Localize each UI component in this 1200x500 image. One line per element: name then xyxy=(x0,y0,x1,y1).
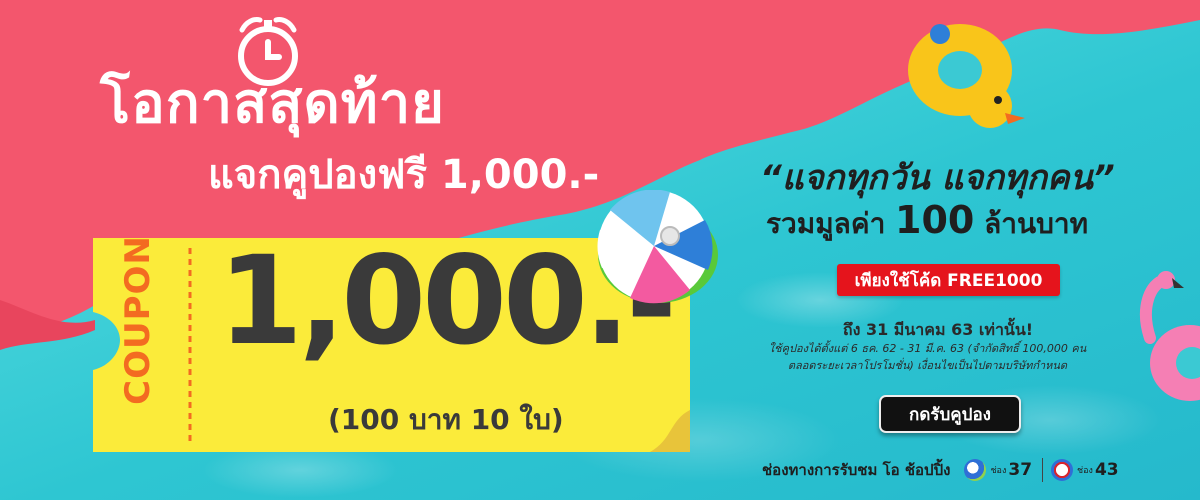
z-channel-logo-icon xyxy=(964,459,987,481)
coupon-detail: (100 บาท 10 ใบ) xyxy=(328,403,564,436)
promo-code-badge: เพียงใช้โค้ด FREE1000 xyxy=(837,264,1060,296)
promo-banner[interactable]: COUPON 1,000.- (100 บาท 10 ใบ) โอกาสสุดท… xyxy=(0,0,1200,500)
duck-swim-ring-icon xyxy=(908,24,1025,128)
channels-label: ช่องทางการรับชม โอ ช้อปปิ้ง xyxy=(762,461,951,479)
terms-line-1: ใช้คูปองได้ตั้งแต่ 6 ธค. 62 - 31 มี.ค. 6… xyxy=(768,342,1087,355)
headline-last-chance: โอกาสสุดท้าย xyxy=(100,71,445,136)
channel-prefix: ช่อง xyxy=(990,466,1007,476)
beach-ball-icon xyxy=(597,190,718,304)
channel-number: 43 xyxy=(1094,460,1119,480)
coupon-vertical-label: COUPON xyxy=(118,235,158,405)
promo-terms: ใช้คูปองได้ตั้งแต่ 6 ธค. 62 - 31 มี.ค. 6… xyxy=(755,340,1100,374)
flamingo-float-icon xyxy=(1140,271,1200,401)
psi-channel-logo-icon xyxy=(1051,459,1074,481)
total-suffix: ล้านบาท xyxy=(984,207,1089,240)
terms-line-2: ตลอดระยะเวลาโปรโมชั่น) เงื่อนไขเป็นไปตาม… xyxy=(787,359,1068,372)
total-number: 100 xyxy=(895,198,975,242)
promo-quote: “แจกทุกวัน แจกทุกคน” xyxy=(760,158,1115,198)
subheadline-free-coupon: แจกคูปองฟรี 1,000.- xyxy=(208,152,600,198)
total-prefix: รวมมูลค่า xyxy=(766,207,886,240)
tv-channels-bar: ช่องทางการรับชม โอ ช้อปปิ้ง ช่อง 37 ช่อง… xyxy=(762,456,1127,484)
channel-number: 37 xyxy=(1008,460,1033,480)
channel-divider xyxy=(1042,458,1044,482)
channel-prefix: ช่อง xyxy=(1077,466,1093,476)
promo-total-value: รวมมูลค่า 100 ล้านบาท xyxy=(766,198,1166,246)
get-coupon-button[interactable]: กดรับคูปอง xyxy=(879,395,1021,433)
